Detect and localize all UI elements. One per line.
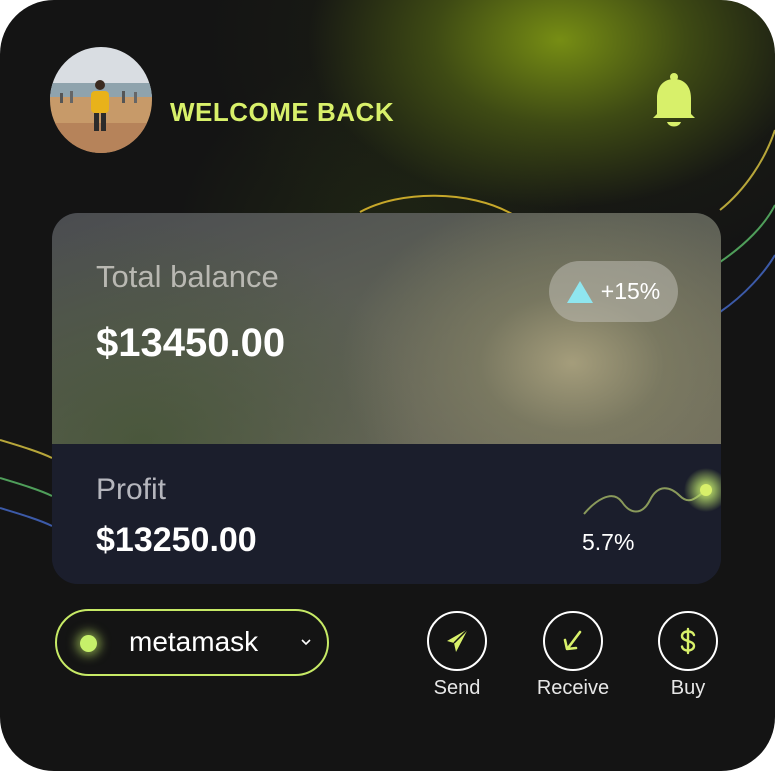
buy-button[interactable]: Buy	[648, 611, 728, 700]
total-balance-value: $13450.00	[96, 321, 286, 365]
total-balance-label: Total balance	[96, 259, 279, 294]
wallet-status-dot	[80, 635, 97, 652]
send-button[interactable]: Send	[417, 611, 497, 700]
receive-button[interactable]: Receive	[533, 611, 613, 700]
buy-label: Buy	[670, 677, 706, 699]
change-badge: +15%	[549, 261, 678, 322]
profit-label: Profit	[96, 473, 167, 506]
avatar[interactable]	[50, 47, 152, 153]
bell-icon[interactable]	[649, 72, 699, 132]
send-label: Send	[433, 677, 481, 699]
user-photo-icon	[50, 47, 152, 153]
receive-label: Receive	[536, 677, 610, 699]
profit-value: $13250.00	[96, 521, 257, 559]
dollar-icon	[658, 611, 718, 671]
balance-card: Total balance $13450.00 +15% Profit $132…	[52, 213, 721, 584]
profit-sparkline	[583, 468, 721, 515]
send-icon	[427, 611, 487, 671]
chevron-down-icon	[301, 639, 311, 646]
welcome-heading: WELCOME BACK	[170, 97, 395, 127]
profit-percent: 5.7%	[582, 529, 635, 555]
change-percent: +15%	[600, 278, 661, 304]
receive-arrow-icon	[543, 611, 603, 671]
wallet-app: WELCOME BACK Total balance $13450.00 +15…	[0, 0, 775, 771]
wallet-selector[interactable]: metamask	[55, 609, 329, 676]
triangle-up-icon	[566, 280, 593, 303]
wallet-name: metamask	[129, 626, 259, 657]
